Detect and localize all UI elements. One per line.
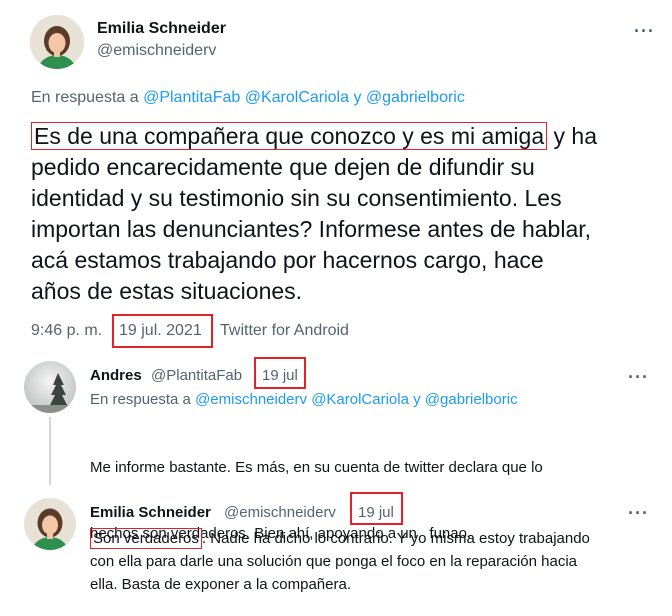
tweet-date[interactable]: 19 jul. 2021 xyxy=(119,322,202,340)
more-horizontal-icon[interactable]: ··· xyxy=(628,368,649,386)
author-name[interactable]: Emilia Schneider xyxy=(90,504,211,521)
mention-link[interactable]: @gabrielboric xyxy=(366,89,465,106)
reply-date[interactable]: 19 jul xyxy=(262,367,298,384)
tweet-body: Es de una compañera que conozco y es mi … xyxy=(31,121,651,307)
mention-link[interactable]: @KarolCariola xyxy=(311,391,409,408)
author-handle[interactable]: @emischneiderv xyxy=(224,504,336,521)
body-line: pedido encarecidamente que dejen de difu… xyxy=(31,154,535,180)
reply-prefix: En respuesta a xyxy=(31,89,139,106)
body-line: importan las denunciantes? Informese ant… xyxy=(31,216,592,242)
tweet-body: Son verdaderos. Nadie ha dicho lo contra… xyxy=(90,527,590,596)
body-line: acá estamos trabajando por hacernos carg… xyxy=(31,247,544,273)
mention-link[interactable]: @emischneiderv xyxy=(195,391,307,408)
avatar[interactable] xyxy=(30,15,84,69)
body-line: ella. Basta de exponer a la compañera. xyxy=(90,576,351,593)
body-line: Me informe bastante. Es más, en su cuent… xyxy=(90,459,543,476)
reply-date[interactable]: 19 jul xyxy=(358,504,394,521)
mention-link[interactable]: @KarolCariola xyxy=(245,89,349,106)
tweet-time[interactable]: 9:46 p. m. xyxy=(31,322,102,340)
avatar-image xyxy=(24,361,76,413)
mention-conjunction: y xyxy=(413,391,421,408)
body-line: con ella para darle una solución que pon… xyxy=(90,553,578,570)
mention-conjunction: y xyxy=(353,89,362,106)
thread-connector xyxy=(49,417,51,485)
body-line: años de estas situaciones. xyxy=(31,278,303,304)
more-horizontal-icon[interactable]: ··· xyxy=(634,22,655,40)
highlighted-text: Son verdaderos xyxy=(90,528,202,549)
more-horizontal-icon[interactable]: ··· xyxy=(628,504,649,522)
body-line: identidad y su testimonio sin su consent… xyxy=(31,185,562,211)
tweet-source[interactable]: Twitter for Android xyxy=(220,322,349,340)
avatar-image xyxy=(24,498,76,550)
reply-prefix: En respuesta a xyxy=(90,391,191,408)
reply-context: En respuesta a @PlantitaFab @KarolCariol… xyxy=(31,89,465,107)
body-text: . Nadie ha dicho lo contrario. Y yo mism… xyxy=(201,530,590,547)
mention-link[interactable]: @gabrielboric xyxy=(425,391,518,408)
reply-context: En respuesta a @emischneiderv @KarolCari… xyxy=(90,391,518,408)
avatar[interactable] xyxy=(24,361,76,413)
mention-link[interactable]: @PlantitaFab xyxy=(143,89,240,106)
author-handle[interactable]: @PlantitaFab xyxy=(151,367,242,384)
body-text: y ha xyxy=(547,123,598,149)
avatar[interactable] xyxy=(24,498,76,550)
author-name[interactable]: Andres xyxy=(90,367,142,384)
author-handle[interactable]: @emischneiderv xyxy=(97,42,216,60)
author-name[interactable]: Emilia Schneider xyxy=(97,20,226,38)
highlighted-text: Es de una compañera que conozco y es mi … xyxy=(31,122,548,150)
avatar-image xyxy=(30,15,84,69)
